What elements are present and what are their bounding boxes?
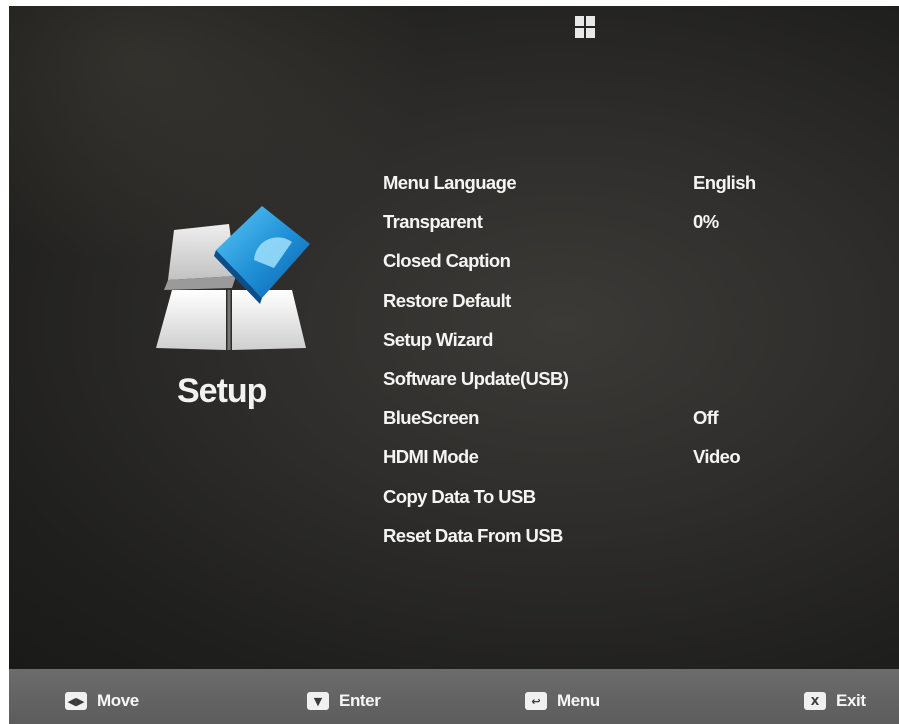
setup-menu: Menu Language English Transparent 0% Clo…	[383, 168, 803, 560]
move-hint[interactable]: ◀▶ Move	[65, 689, 139, 713]
move-hint-label: Move	[97, 691, 139, 710]
app-grid-icon	[575, 16, 595, 38]
x-key-icon: X	[804, 692, 826, 710]
menu-item-label: Copy Data To USB	[383, 485, 536, 507]
menu-item-value: 0%	[693, 211, 719, 233]
menu-item-transparent[interactable]: Transparent 0%	[383, 207, 803, 246]
setup-toolbox-icon	[156, 206, 310, 350]
exit-hint-label: Exit	[836, 691, 866, 710]
return-arrow-icon: ↩	[525, 692, 547, 710]
menu-item-value: Off	[693, 407, 719, 429]
arrow-down-icon: ▼	[307, 692, 329, 710]
key-hint-bar: ◀▶ Move ▼ Enter ↩ Menu X Exit	[9, 669, 899, 724]
menu-item-label: BlueScreen	[383, 407, 479, 429]
menu-item-copy-data-to-usb[interactable]: Copy Data To USB	[383, 482, 803, 521]
menu-item-value: Video	[693, 446, 741, 468]
menu-item-software-update[interactable]: Software Update(USB)	[383, 364, 803, 403]
menu-item-setup-wizard[interactable]: Setup Wizard	[383, 325, 803, 364]
tv-screen: Setup Menu Language English Transparent …	[9, 6, 899, 669]
menu-item-bluescreen[interactable]: BlueScreen Off	[383, 403, 803, 442]
category-title: Setup	[177, 372, 267, 410]
menu-item-value: English	[693, 172, 756, 193]
menu-item-reset-data-from-usb[interactable]: Reset Data From USB	[383, 521, 803, 560]
enter-hint[interactable]: ▼ Enter	[307, 689, 381, 713]
menu-item-label: Setup Wizard	[383, 328, 493, 350]
menu-item-restore-default[interactable]: Restore Default	[383, 286, 803, 325]
menu-item-hdmi-mode[interactable]: HDMI Mode Video	[383, 442, 803, 481]
menu-item-label: HDMI Mode	[383, 446, 479, 468]
menu-item-menu-language[interactable]: Menu Language English	[383, 168, 803, 207]
menu-hint[interactable]: ↩ Menu	[525, 689, 600, 713]
enter-hint-label: Enter	[339, 691, 381, 710]
menu-item-label: Restore Default	[383, 289, 511, 311]
menu-item-label: Software Update(USB)	[383, 367, 569, 389]
menu-item-label: Transparent	[383, 211, 483, 233]
menu-item-closed-caption[interactable]: Closed Caption	[383, 246, 803, 285]
menu-hint-label: Menu	[557, 691, 600, 710]
menu-item-label: Closed Caption	[383, 250, 511, 272]
menu-item-label: Reset Data From USB	[383, 524, 563, 546]
exit-hint[interactable]: X Exit	[804, 689, 866, 713]
arrows-left-right-icon: ◀▶	[65, 692, 87, 710]
menu-item-label: Menu Language	[383, 172, 517, 193]
